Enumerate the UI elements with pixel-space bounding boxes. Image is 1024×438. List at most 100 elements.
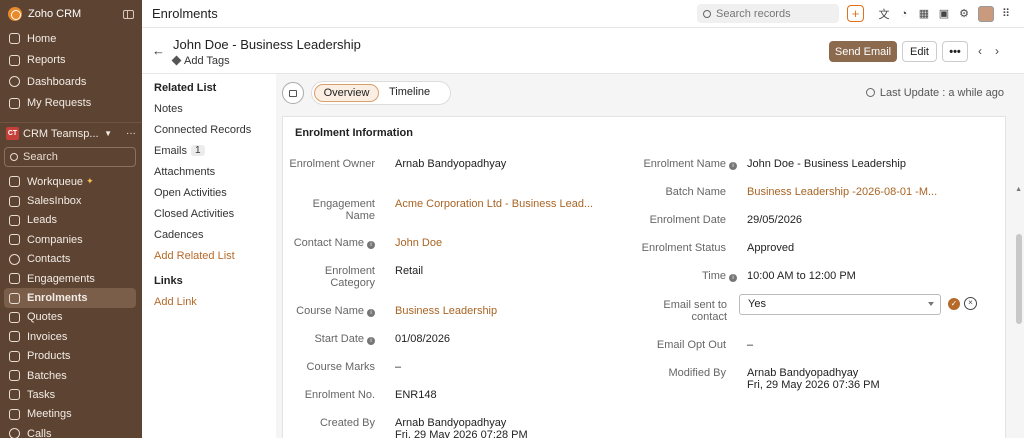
module-item-leads[interactable]: Leads — [0, 211, 142, 230]
sidebar-item-label: Reports — [27, 54, 66, 67]
related-item-connected-records[interactable]: Connected Records — [142, 119, 276, 140]
edit-button[interactable]: Edit — [902, 41, 937, 62]
field-value-enrolment-date[interactable]: 29/05/2026 — [747, 214, 802, 226]
sidebar-item-reports[interactable]: Reports — [0, 50, 142, 72]
marketplace-icon[interactable]: ▣ — [936, 6, 952, 22]
info-icon[interactable]: i — [367, 241, 375, 249]
info-icon[interactable]: i — [367, 337, 375, 345]
tasks-icon — [9, 389, 20, 401]
field-value-time[interactable]: 10:00 AM to 12:00 PM — [747, 270, 856, 282]
field-value-course-marks[interactable]: – — [395, 361, 401, 373]
field-value-course-name[interactable]: Business Leadership — [395, 305, 497, 317]
field-value-batch-name[interactable]: Business Leadership -2026-08-01 -M... — [747, 186, 937, 198]
field-label-batch-name: Batch Name — [665, 186, 726, 198]
field-value-enrolment-owner[interactable]: Arnab Bandyopadhyay — [395, 158, 506, 170]
add-related-list-link[interactable]: Add Related List — [142, 245, 276, 266]
module-item-engagements[interactable]: Engagements — [0, 269, 142, 288]
collapse-sidebar-icon[interactable] — [123, 9, 134, 19]
module-item-products[interactable]: Products — [0, 347, 142, 366]
module-item-enrolments[interactable]: Enrolments — [4, 288, 136, 308]
quotes-icon — [9, 311, 20, 323]
enrolments-icon — [9, 292, 20, 304]
field-value-enrolment-no[interactable]: ENR148 — [395, 389, 437, 401]
bell-icon[interactable]: ◔ — [896, 6, 912, 22]
module-label: Meetings — [27, 408, 72, 421]
module-label: Companies — [27, 233, 83, 246]
email-sent-select[interactable]: Yes — [739, 294, 941, 315]
module-item-tasks[interactable]: Tasks — [0, 385, 142, 404]
module-item-salesinbox[interactable]: SalesInbox — [0, 191, 142, 210]
add-tags-link[interactable]: Add Tags — [171, 55, 230, 67]
user-avatar[interactable] — [978, 5, 994, 22]
sidebar-item-home[interactable]: Home — [0, 28, 142, 50]
tag-icon — [171, 55, 182, 66]
related-item-open-activities[interactable]: Open Activities — [142, 182, 276, 203]
add-link-label: Add Link — [154, 295, 197, 308]
field-value-enrolment-category[interactable]: Retail — [395, 265, 423, 277]
scroll-up-icon[interactable]: ▲ — [1015, 186, 1022, 193]
content-area: Overview Timeline Last Update : a while … — [276, 74, 1024, 438]
next-record-icon[interactable]: › — [995, 44, 999, 58]
field-label-enrolment-owner: Enrolment Owner — [289, 158, 375, 170]
related-item-attachments[interactable]: Attachments — [142, 161, 276, 182]
tab-timeline[interactable]: Timeline — [389, 86, 430, 98]
team-space-selector[interactable]: CT CRM Teamsp... ▼ ··· — [0, 122, 142, 144]
gear-icon[interactable]: ⚙ — [956, 6, 972, 22]
sidebar-item-label: Dashboards — [27, 75, 87, 88]
module-item-invoices[interactable]: Invoices — [0, 327, 142, 346]
meetings-icon — [9, 408, 20, 420]
field-label-enrolment-no: Enrolment No. — [304, 389, 375, 401]
field-value-engagement-name[interactable]: Acme Corporation Ltd - Business Lead... — [395, 198, 593, 210]
translate-icon[interactable]: 文 — [876, 6, 892, 22]
related-list: Notes Connected Records Emails 1 Attachme… — [142, 98, 276, 266]
cancel-icon[interactable]: × — [964, 297, 977, 310]
info-icon[interactable]: i — [729, 162, 737, 170]
global-search-input[interactable]: Search records — [697, 4, 839, 23]
module-item-quotes[interactable]: Quotes — [0, 308, 142, 327]
save-check-icon[interactable]: ✓ — [948, 298, 960, 310]
module-item-contacts[interactable]: Contacts — [0, 250, 142, 269]
info-icon[interactable]: i — [729, 274, 737, 282]
module-item-workqueue[interactable]: Workqueue ✦ — [0, 172, 142, 191]
email-sent-selected: Yes — [748, 298, 766, 310]
scrollbar[interactable] — [1016, 234, 1022, 324]
related-item-closed-activities[interactable]: Closed Activities — [142, 203, 276, 224]
products-icon — [9, 350, 20, 362]
sidebar-header: Zoho CRM — [0, 0, 142, 28]
create-new-icon[interactable]: + — [847, 5, 864, 22]
related-item-cadences[interactable]: Cadences — [142, 224, 276, 245]
related-item-label: Notes — [154, 102, 183, 115]
more-options-icon[interactable]: ··· — [126, 128, 136, 139]
field-value-enrolment-name[interactable]: John Doe - Business Leadership — [747, 158, 906, 170]
related-list-panel: Related List Notes Connected Records Ema… — [142, 74, 276, 438]
send-email-button[interactable]: Send Email — [829, 41, 897, 62]
module-item-calls[interactable]: Calls — [0, 424, 142, 438]
add-tags-label: Add Tags — [184, 55, 230, 67]
contacts-icon — [9, 253, 20, 265]
calendar-icon[interactable]: ▦ — [916, 6, 932, 22]
add-link[interactable]: Add Link — [142, 291, 276, 312]
field-value-contact-name[interactable]: John Doe — [395, 237, 442, 249]
field-label-engagement-name: Engagement Name — [312, 198, 375, 222]
module-item-meetings[interactable]: Meetings — [0, 405, 142, 424]
field-value-start-date[interactable]: 01/08/2026 — [395, 333, 450, 345]
related-item-notes[interactable]: Notes — [142, 98, 276, 119]
related-item-emails[interactable]: Emails 1 — [142, 140, 276, 161]
field-value-enrolment-status[interactable]: Approved — [747, 242, 794, 254]
tab-overview[interactable]: Overview — [314, 84, 379, 102]
sidebar-item-dashboards[interactable]: Dashboards — [0, 71, 142, 93]
sidebar-search-input[interactable]: Search — [4, 147, 136, 167]
info-icon[interactable]: i — [367, 309, 375, 317]
chevron-down-icon[interactable]: ▼ — [104, 129, 112, 138]
back-arrow-icon[interactable]: ← — [152, 43, 165, 58]
toggle-panel-button[interactable] — [282, 82, 304, 104]
module-label: Calls — [27, 427, 52, 438]
module-item-companies[interactable]: Companies — [0, 230, 142, 249]
module-label: Enrolments — [27, 292, 88, 305]
more-actions-button[interactable]: ••• — [942, 41, 968, 62]
module-item-batches[interactable]: Batches — [0, 366, 142, 385]
apps-grid-icon[interactable]: ⠿ — [998, 6, 1014, 22]
sidebar-item-my-requests[interactable]: My Requests — [0, 93, 142, 115]
field-value-email-opt-out[interactable]: – — [747, 339, 753, 351]
previous-record-icon[interactable]: ‹ — [978, 44, 982, 58]
